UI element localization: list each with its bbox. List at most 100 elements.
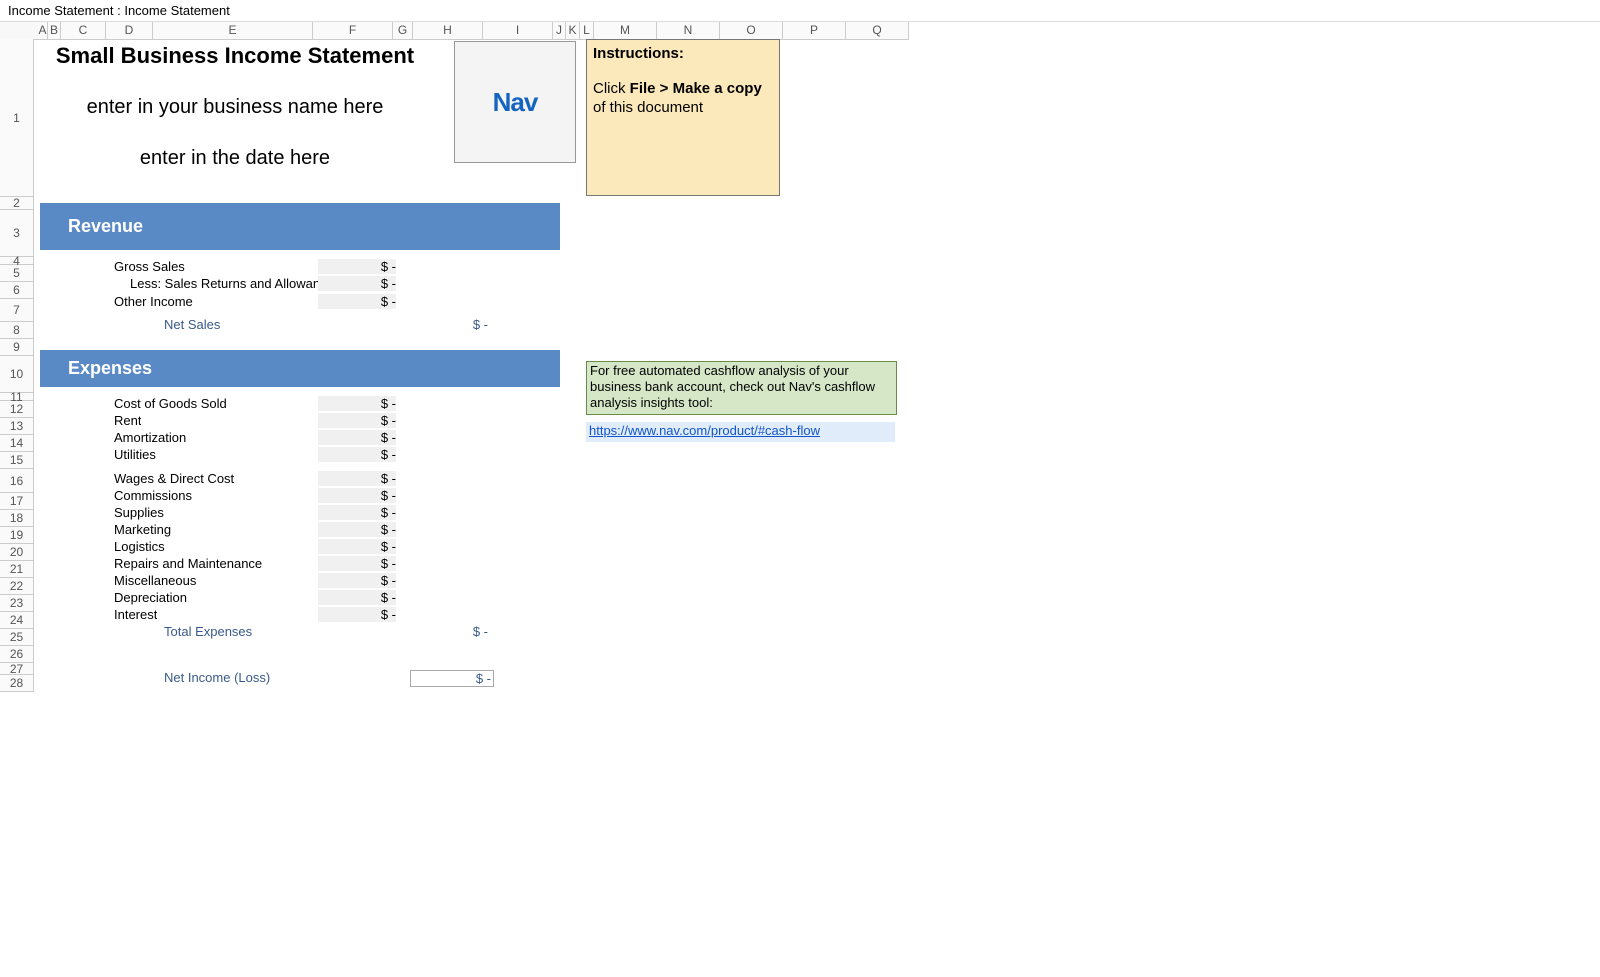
revenue-amount-cell[interactable]: $ - [318,259,396,274]
instructions-line1-pre: Click [593,80,630,97]
instructions-box: Instructions: Click File > Make a copy o… [586,39,780,196]
expense-label: Supplies [114,505,164,520]
row-2-gap: For free automated cashflow analysis of … [40,197,560,203]
expense-label: Wages & Direct Cost [114,471,234,486]
expense-row: Repairs and Maintenance $ - [40,555,560,572]
row-header-7[interactable]: 7 [0,299,34,322]
row-header-18[interactable]: 18 [0,510,34,527]
total-expenses-amount[interactable]: $ - [410,624,488,639]
expense-amount-cell[interactable]: $ - [318,556,396,571]
row-headers: 1234567891011121314151617181920212223242… [0,39,34,692]
row-header-16[interactable]: 16 [0,469,34,493]
row-header-28[interactable]: 28 [0,675,34,692]
revenue-amount-cell[interactable]: $ - [318,276,396,291]
expense-amount-cell[interactable]: $ - [318,471,396,486]
net-sales-label: Net Sales [164,317,220,332]
expense-amount-cell[interactable]: $ - [318,396,396,411]
col-header-A[interactable]: A [38,22,48,39]
row-header-22[interactable]: 22 [0,578,34,595]
revenue-label: Other Income [114,294,193,309]
net-income-amount[interactable]: $ - [410,670,494,687]
expense-amount-cell[interactable]: $ - [318,573,396,588]
expense-amount-cell[interactable]: $ - [318,607,396,622]
col-header-H[interactable]: H [413,22,483,39]
row-header-1[interactable]: 1 [0,39,34,197]
row-header-8[interactable]: 8 [0,322,34,339]
revenue-label: Gross Sales [114,259,185,274]
row-header-4[interactable]: 4 [0,257,34,265]
col-header-E[interactable]: E [153,22,313,39]
instructions-line2: of this document [593,98,773,117]
row-header-11[interactable]: 11 [0,393,34,401]
cashflow-link[interactable]: https://www.nav.com/product/#cash-flow [589,423,820,438]
expense-amount-cell[interactable]: $ - [318,413,396,428]
row-header-25[interactable]: 25 [0,629,34,646]
select-all-corner[interactable] [0,22,39,40]
row-header-14[interactable]: 14 [0,435,34,452]
row-header-19[interactable]: 19 [0,527,34,544]
expenses-title: Expenses [40,358,152,379]
sheet-content: Small Business Income Statement enter in… [40,39,560,686]
expense-amount-cell[interactable]: $ - [318,430,396,445]
expense-label: Repairs and Maintenance [114,556,262,571]
row-header-15[interactable]: 15 [0,452,34,469]
expense-label: Utilities [114,447,156,462]
row-header-12[interactable]: 12 [0,401,34,418]
row-11-gap [40,387,560,395]
expense-amount-cell[interactable]: $ - [318,488,396,503]
col-header-J[interactable]: J [553,22,566,39]
row-header-13[interactable]: 13 [0,418,34,435]
expense-label: Interest [114,607,157,622]
col-header-C[interactable]: C [61,22,106,39]
revenue-row: Less: Sales Returns and Allowances$ - [40,275,560,293]
col-header-G[interactable]: G [393,22,413,39]
col-header-L[interactable]: L [580,22,594,39]
date-placeholder[interactable]: enter in the date here [40,119,430,170]
row-header-20[interactable]: 20 [0,544,34,561]
col-header-I[interactable]: I [483,22,553,39]
revenue-row: Other Income $ - [40,293,560,316]
expense-amount-cell[interactable]: $ - [318,522,396,537]
expense-row: Cost of Goods Sold$ - [40,395,560,412]
col-header-O[interactable]: O [720,22,783,39]
business-name-placeholder[interactable]: enter in your business name here [40,68,430,119]
row-header-24[interactable]: 24 [0,612,34,629]
row-header-26[interactable]: 26 [0,646,34,663]
col-header-Q[interactable]: Q [846,22,909,39]
expense-amount-cell[interactable]: $ - [318,505,396,520]
expenses-section-header: Expenses [40,350,560,387]
expense-label: Depreciation [114,590,187,605]
expense-amount-cell[interactable]: $ - [318,590,396,605]
row-27-gap [40,657,560,669]
instructions-line1: Click File > Make a copy [593,79,773,98]
col-header-K[interactable]: K [566,22,580,39]
row-header-9[interactable]: 9 [0,339,34,356]
expense-amount-cell[interactable]: $ - [318,447,396,462]
row-header-2[interactable]: 2 [0,197,34,210]
column-headers: ABCDEFGHIJKLMNOPQ [38,22,909,40]
row-header-5[interactable]: 5 [0,265,34,282]
revenue-amount-cell[interactable]: $ - [318,294,396,309]
col-header-M[interactable]: M [594,22,657,39]
expense-amount-cell[interactable]: $ - [318,539,396,554]
row-header-27[interactable]: 27 [0,663,34,675]
row-header-17[interactable]: 17 [0,493,34,510]
row-header-3[interactable]: 3 [0,210,34,257]
expense-row: Logistics $ - [40,538,560,555]
row-header-6[interactable]: 6 [0,282,34,299]
expense-label: Logistics [114,539,165,554]
row-header-21[interactable]: 21 [0,561,34,578]
net-income-row: Net Income (Loss) $ - [40,669,560,686]
net-sales-amount[interactable]: $ - [410,317,488,332]
expense-label: Miscellaneous [114,573,196,588]
title-block: Small Business Income Statement enter in… [40,39,430,170]
row-header-10[interactable]: 10 [0,356,34,393]
col-header-F[interactable]: F [313,22,393,39]
cashflow-note-box: For free automated cashflow analysis of … [586,361,897,415]
row-header-23[interactable]: 23 [0,595,34,612]
expense-row: Amortization$ - [40,429,560,446]
col-header-D[interactable]: D [106,22,153,39]
col-header-P[interactable]: P [783,22,846,39]
col-header-B[interactable]: B [48,22,61,39]
col-header-N[interactable]: N [657,22,720,39]
